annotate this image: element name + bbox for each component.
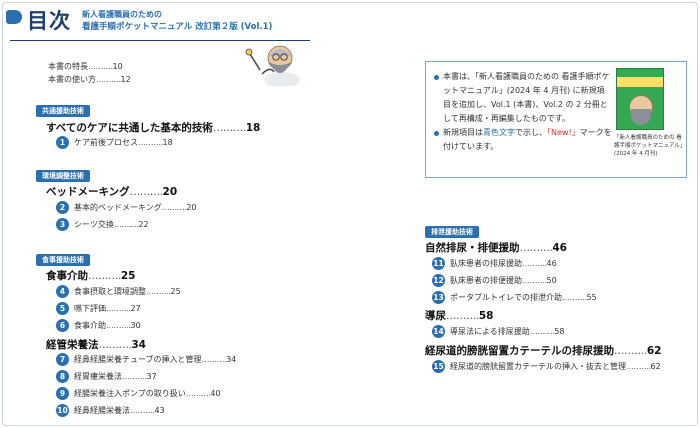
category-label-excretion: 排泄援助技術 <box>425 226 479 238</box>
item-number-badge: 9 <box>56 387 69 400</box>
toc-item-9[interactable]: 9 経腸栄養注入ポンプの取り扱い……….40 <box>56 387 221 400</box>
info-text: 本書は、「新人看護職員のための 看護手順ポケットマニュアル」(2024 年 4 … <box>434 70 612 154</box>
item-number-badge: 6 <box>56 319 69 332</box>
item-number-badge: 15 <box>432 360 445 373</box>
info-note-2: 新規項目は青色文字で示し、「New!」マークを付けています。 <box>434 126 612 154</box>
book-subtitle-line2: 看護手順ポケットマニュアル 改訂第２版 (Vol.1) <box>82 22 273 32</box>
toc-heading-bed-making[interactable]: ベッドメーキング……….20 <box>46 184 177 199</box>
item-number-badge: 5 <box>56 302 69 315</box>
item-number-badge: 2 <box>56 201 69 214</box>
toc-tab-marker <box>6 10 22 24</box>
toc-item-15[interactable]: 15 経尿道的膀胱留置カテーテルの挿入・抜去と管理……….62 <box>432 360 661 373</box>
item-number-badge: 8 <box>56 370 69 383</box>
item-number-badge: 1 <box>56 136 69 149</box>
info-box: 本書は、「新人看護職員のための 看護手順ポケットマニュアル」(2024 年 4 … <box>425 61 687 178</box>
toc-item-14[interactable]: 14 導尿法による排尿援助……….58 <box>432 325 565 338</box>
item-number-badge: 7 <box>56 353 69 366</box>
toc-heading-basic-technique[interactable]: すべてのケアに共通した基本的技術……….18 <box>46 120 260 135</box>
toc-heading-tube-feeding[interactable]: 経管栄養法……….34 <box>46 337 146 352</box>
item-number-badge: 11 <box>432 257 445 270</box>
info-note-1: 本書は、「新人看護職員のための 看護手順ポケットマニュアル」(2024 年 4 … <box>434 70 612 126</box>
toc-intro-usage[interactable]: 本書の使い方……….12 <box>48 74 131 85</box>
toc-item-3[interactable]: 3 シーツ交換……….22 <box>56 218 149 231</box>
toc-item-5[interactable]: 5 嚥下評価……….27 <box>56 302 141 315</box>
book-cover-caption: 「新人看護職員のための 看護手順ポケットマニュアル」(2024 年 4 月刊) <box>614 135 686 157</box>
toc-item-1[interactable]: 1 ケア前後プロセス……….18 <box>56 136 173 149</box>
item-number-badge: 14 <box>432 325 445 338</box>
item-number-badge: 3 <box>56 218 69 231</box>
toc-item-4[interactable]: 4 食事摂取と環境調整……….25 <box>56 285 181 298</box>
toc-item-8[interactable]: 8 経胃瘻栄養法……….37 <box>56 370 157 383</box>
toc-item-13[interactable]: 13 ポータブルトイレでの排泄介助……….55 <box>432 291 597 304</box>
toc-item-10[interactable]: 10 経鼻経腸栄養法……….43 <box>56 404 165 417</box>
category-label-common: 共通援助技術 <box>36 105 90 117</box>
toc-heading-natural-excretion[interactable]: 自然排尿・排便援助……….46 <box>425 240 567 255</box>
item-number-badge: 13 <box>432 291 445 304</box>
item-number-badge: 4 <box>56 285 69 298</box>
toc-heading-catheterization[interactable]: 導尿……….58 <box>425 308 493 323</box>
category-label-meal: 食事援助技術 <box>36 254 90 266</box>
item-number-badge: 12 <box>432 274 445 287</box>
mascot-illustration <box>245 45 300 86</box>
new-mark: 「New!」 <box>547 128 580 137</box>
toc-item-11[interactable]: 11 臥床患者の排尿援助……….46 <box>432 257 557 270</box>
book-subtitle-line1: 新人看護職員のための <box>82 10 162 19</box>
item-number-badge: 10 <box>56 404 69 417</box>
toc-intro-features[interactable]: 本書の特長……….10 <box>48 61 123 72</box>
toc-item-6[interactable]: 6 食事介助……….30 <box>56 319 141 332</box>
toc-item-2[interactable]: 2 基本的ベッドメーキング……….20 <box>56 201 197 214</box>
toc-item-7[interactable]: 7 経鼻経腸栄養チューブの挿入と管理……….34 <box>56 353 236 366</box>
toc-heading-indwelling-catheter[interactable]: 経尿道的膀胱留置カテーテルの排尿援助……….62 <box>425 343 661 358</box>
book-cover-image <box>616 68 664 130</box>
category-label-environment: 環境調整技術 <box>36 170 90 182</box>
toc-item-12[interactable]: 12 臥床患者の排便援助……….50 <box>432 274 557 287</box>
toc-heading-meal-assistance[interactable]: 食事介助……….25 <box>46 268 135 283</box>
page-title: 目次 <box>27 9 71 33</box>
